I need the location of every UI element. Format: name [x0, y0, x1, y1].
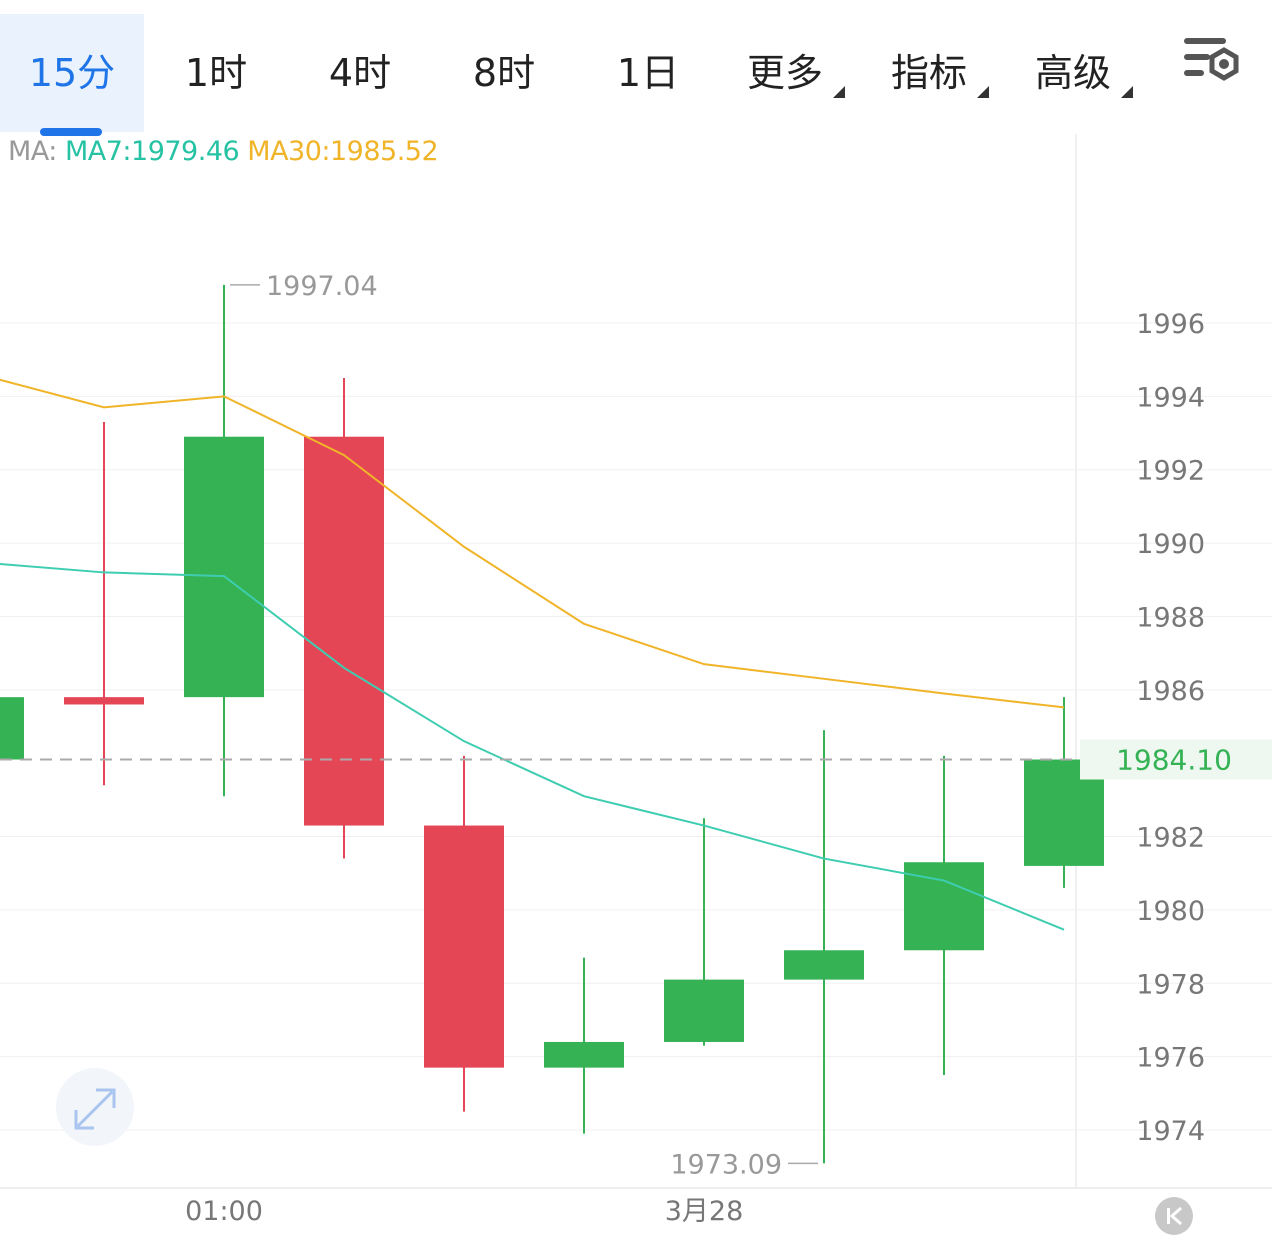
- y-tick-label: 1996: [1136, 309, 1205, 340]
- candle-body[interactable]: [304, 436, 384, 826]
- candle-body[interactable]: [544, 1041, 624, 1068]
- skip-back-icon: [1167, 1206, 1182, 1226]
- expand-icon: [74, 1088, 116, 1130]
- skip-back-button[interactable]: [1155, 1197, 1193, 1235]
- y-tick-label: 1974: [1136, 1116, 1205, 1147]
- y-tick-label: 1976: [1136, 1043, 1205, 1074]
- expand-button[interactable]: [56, 1068, 134, 1146]
- candle-body[interactable]: [784, 950, 864, 980]
- candle-body[interactable]: [664, 979, 744, 1042]
- y-tick-label: 1990: [1136, 529, 1205, 560]
- low-label: 1973.09: [670, 1149, 782, 1180]
- y-tick-label: 1978: [1136, 969, 1205, 1000]
- x-tick-label: 01:00: [185, 1196, 263, 1227]
- y-tick-label: 1992: [1136, 456, 1205, 487]
- candle-body[interactable]: [424, 825, 504, 1068]
- y-tick-label: 1982: [1136, 823, 1205, 854]
- candle-body[interactable]: [184, 436, 264, 698]
- high-label: 1997.04: [266, 271, 378, 302]
- candlestick-chart[interactable]: 1996 1994 1992 1990 1988 1986 1982 1980 1978 1976…: [0, 0, 1272, 1240]
- y-tick-label: 1986: [1136, 676, 1205, 707]
- y-tick-label: 1980: [1136, 896, 1205, 927]
- ma-line-ma7: [0, 562, 1065, 931]
- candle-body[interactable]: [0, 697, 24, 760]
- y-tick-label: 1994: [1136, 382, 1205, 413]
- ma-line-ma30: [0, 378, 1065, 709]
- current-price-label: 1984.10: [1116, 744, 1232, 777]
- candle-body[interactable]: [64, 697, 144, 705]
- x-tick-label: 3月28: [665, 1196, 744, 1227]
- y-tick-label: 1988: [1136, 602, 1205, 633]
